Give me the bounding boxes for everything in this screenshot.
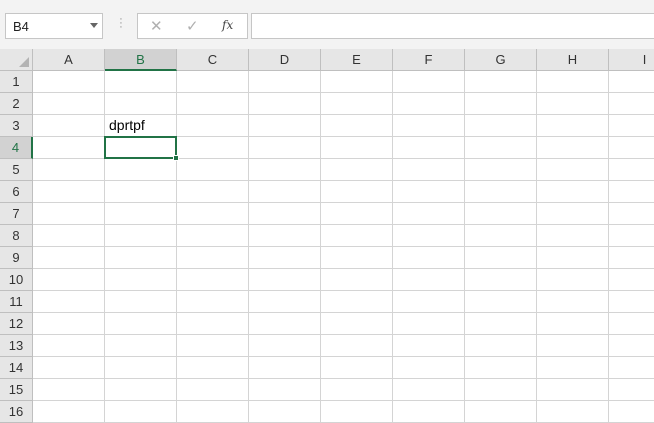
- column-header-h[interactable]: H: [537, 49, 609, 71]
- name-box[interactable]: B4: [5, 13, 103, 39]
- active-cell-selection[interactable]: [104, 136, 177, 159]
- column-header-e[interactable]: E: [321, 49, 393, 71]
- gridline: [33, 224, 654, 225]
- column-header-f[interactable]: F: [393, 49, 465, 71]
- gridline: [392, 71, 393, 423]
- insert-function-icon[interactable]: fx: [222, 18, 233, 32]
- row-header-11[interactable]: 11: [0, 291, 33, 313]
- row-header-8[interactable]: 8: [0, 225, 33, 247]
- gridline: [33, 378, 654, 379]
- row-header-13[interactable]: 13: [0, 335, 33, 357]
- gridline: [248, 71, 249, 423]
- gridline: [464, 71, 465, 423]
- row-header-14[interactable]: 14: [0, 357, 33, 379]
- cancel-icon[interactable]: ✕: [150, 17, 163, 35]
- row-header-5[interactable]: 5: [0, 159, 33, 181]
- enter-icon[interactable]: ✓: [186, 17, 199, 35]
- gridline: [33, 312, 654, 313]
- gridline: [536, 71, 537, 423]
- gridline: [608, 71, 609, 423]
- row-header-3[interactable]: 3: [0, 115, 33, 137]
- row-header-10[interactable]: 10: [0, 269, 33, 291]
- row-header-1[interactable]: 1: [0, 71, 33, 93]
- select-all-corner[interactable]: [0, 49, 33, 71]
- gridline: [33, 246, 654, 247]
- cell-b3[interactable]: dprtpf: [109, 117, 145, 133]
- gridline: [33, 268, 654, 269]
- gridline: [33, 92, 654, 93]
- column-header-d[interactable]: D: [249, 49, 321, 71]
- chevron-down-icon[interactable]: [90, 23, 98, 28]
- formula-input[interactable]: [251, 13, 654, 39]
- row-header-4[interactable]: 4: [0, 137, 33, 159]
- column-header-b[interactable]: B: [105, 49, 177, 71]
- row-header-16[interactable]: 16: [0, 401, 33, 423]
- gridline: [176, 71, 177, 423]
- gridline: [33, 356, 654, 357]
- column-header-i[interactable]: I: [609, 49, 654, 71]
- gridline: [33, 334, 654, 335]
- row-header-15[interactable]: 15: [0, 379, 33, 401]
- spreadsheet-grid[interactable]: A B C D E F G H I 1 2 3 4 5 6 7 8 9 10 11 12 13 14 15 16 dprtpf: [0, 49, 654, 423]
- gridline: [33, 290, 654, 291]
- more-options-icon[interactable]: · · ·: [118, 14, 124, 33]
- row-header-7[interactable]: 7: [0, 203, 33, 225]
- gridline: [33, 202, 654, 203]
- gridline: [33, 114, 654, 115]
- formula-bar-area: B4 · · · ✕ ✓ fx: [0, 0, 654, 49]
- name-box-value: B4: [13, 19, 29, 34]
- fill-handle[interactable]: [173, 155, 179, 161]
- column-header-c[interactable]: C: [177, 49, 249, 71]
- gridline: [33, 400, 654, 401]
- formula-buttons: ✕ ✓ fx: [137, 13, 248, 39]
- row-header-12[interactable]: 12: [0, 313, 33, 335]
- row-header-2[interactable]: 2: [0, 93, 33, 115]
- gridline: [33, 180, 654, 181]
- row-header-6[interactable]: 6: [0, 181, 33, 203]
- gridline: [104, 71, 105, 423]
- column-header-a[interactable]: A: [33, 49, 105, 71]
- gridline: [320, 71, 321, 423]
- column-header-g[interactable]: G: [465, 49, 537, 71]
- row-header-9[interactable]: 9: [0, 247, 33, 269]
